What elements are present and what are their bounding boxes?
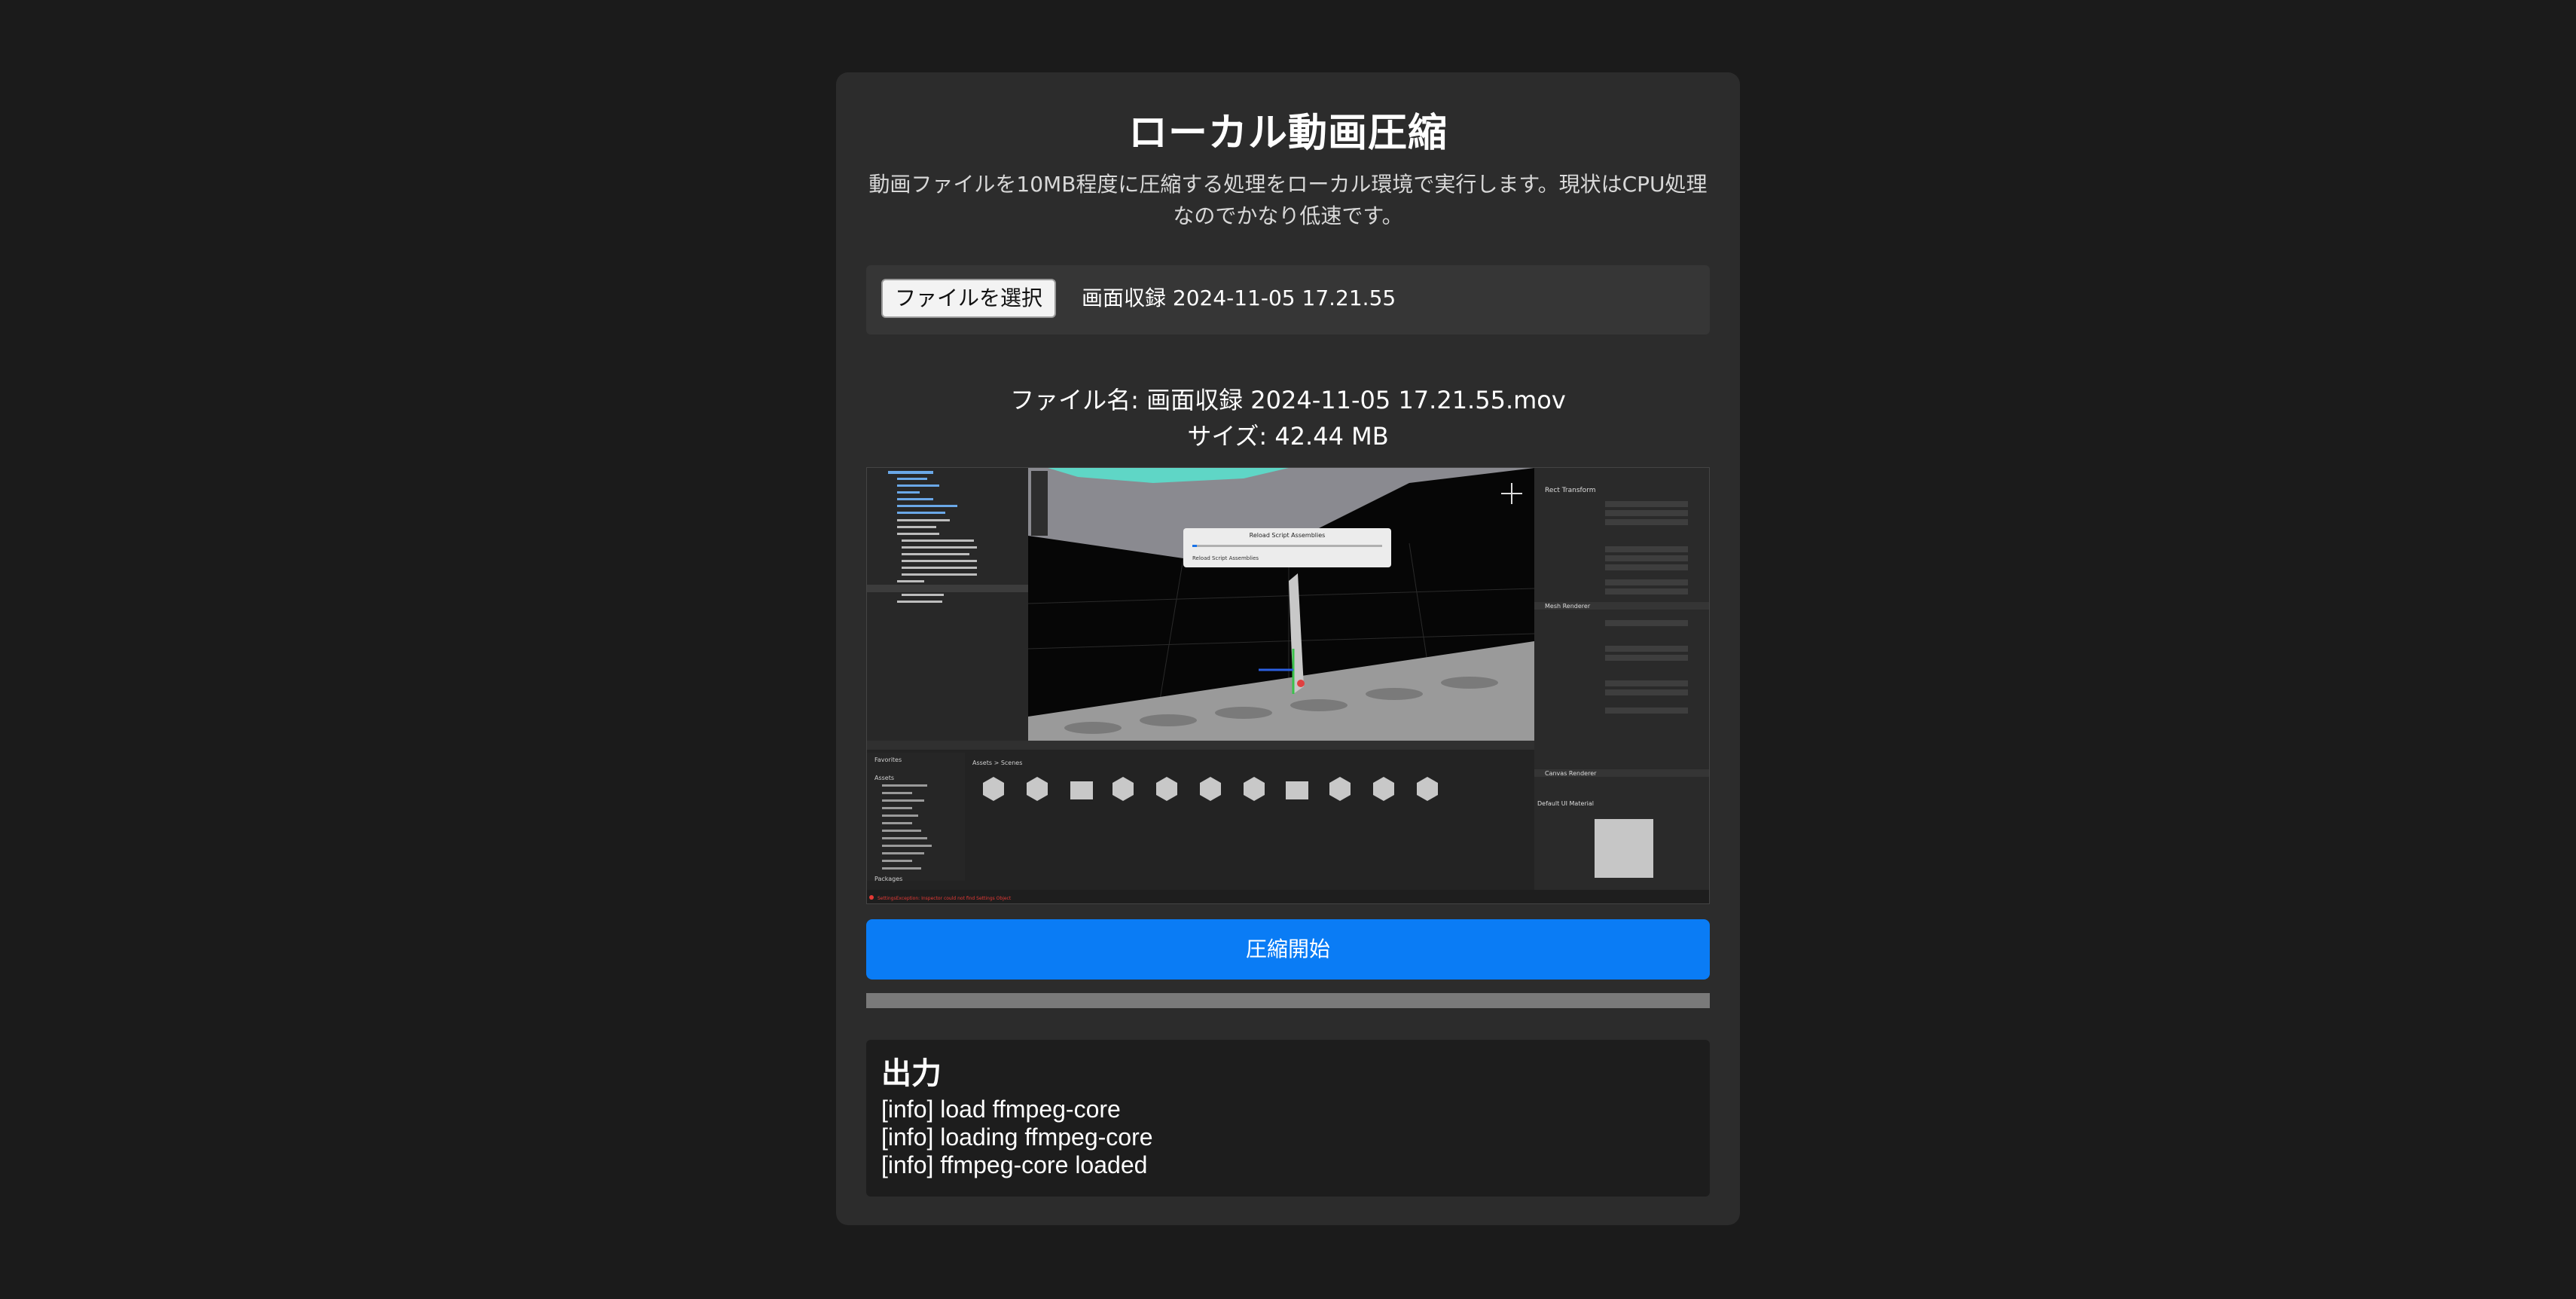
progress-bar	[866, 993, 1710, 1008]
canvas-header: Canvas Renderer	[1545, 770, 1597, 777]
video-preview[interactable]: Reload Script Assemblies Reload Script A…	[866, 467, 1710, 904]
inspector-fields	[1605, 501, 1688, 594]
material-label: Default UI Material	[1537, 800, 1594, 807]
selected-file-name: 画面収録 2024-11-05 17.21.55	[1082, 286, 1396, 310]
renderer-header: Mesh Renderer	[1545, 603, 1591, 610]
video-frame: Reload Script Assemblies Reload Script A…	[867, 468, 1709, 903]
page-description: 動画ファイルを10MB程度に圧縮する処理をローカル環境で実行します。現状はCPU…	[868, 172, 1708, 228]
console-error: SettingsException: Inspector could not f…	[877, 896, 1012, 901]
file-picker: ファイルを選択 画面収録 2024-11-05 17.21.55	[866, 265, 1710, 335]
dialog-text: Reload Script Assemblies	[1192, 555, 1259, 561]
material-preview	[1595, 819, 1653, 878]
hierarchy-panel	[867, 468, 1028, 741]
scene-toolbar	[1031, 471, 1048, 536]
error-icon	[869, 895, 874, 900]
file-size-info: サイズ: 42.44 MB	[1187, 422, 1389, 451]
page-title: ローカル動画圧縮	[1128, 111, 1448, 156]
gizmo-x	[1297, 680, 1305, 687]
inspector-header: Rect Transform	[1545, 487, 1596, 494]
start-compress-button[interactable]: 圧縮開始	[866, 919, 1710, 980]
output-title: 出力	[881, 1056, 942, 1091]
hierarchy-selected-row	[867, 585, 1028, 592]
dialog-title: Reload Script Assemblies	[1250, 532, 1326, 539]
project-breadcrumb: Assets > Scenes	[972, 760, 1022, 766]
folder-favorites: Favorites	[874, 756, 902, 763]
log-line: [info] loading ffmpeg-core	[881, 1123, 1153, 1151]
main-card: ローカル動画圧縮 動画ファイルを10MB程度に圧縮する処理をローカル環境で実行し…	[836, 72, 1740, 1225]
folder-packages: Packages	[874, 876, 902, 882]
file-name-info: ファイル名: 画面収録 2024-11-05 17.21.55.mov	[1010, 386, 1566, 414]
log-line: [info] ffmpeg-core loaded	[881, 1151, 1148, 1178]
choose-file-button[interactable]: ファイルを選択	[881, 279, 1057, 318]
output-panel: 出力 [info] load ffmpeg-core [info] loadin…	[866, 1040, 1710, 1197]
project-panel	[867, 741, 1534, 890]
log-line: [info] load ffmpeg-core	[881, 1096, 1121, 1123]
folder-assets: Assets	[874, 775, 894, 781]
